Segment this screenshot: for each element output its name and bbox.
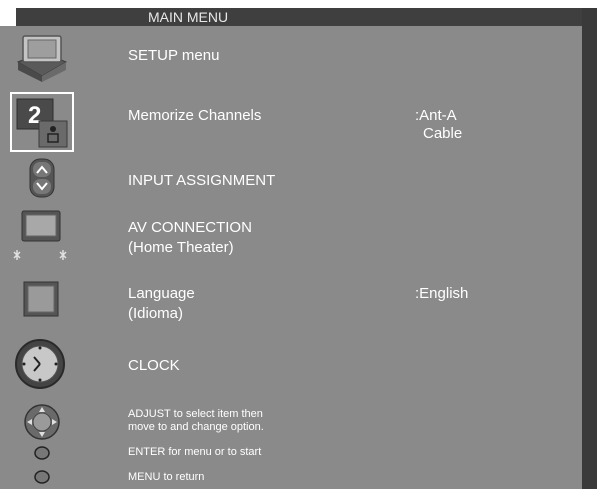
menu-button-icon: [34, 470, 50, 484]
help-menu: MENU to return: [128, 471, 205, 483]
antenna-value[interactable]: :Ant-A: [415, 106, 457, 125]
menu-item-clock[interactable]: CLOCK: [128, 356, 180, 375]
language-icon[interactable]: [22, 280, 62, 320]
cable-value[interactable]: Cable: [423, 124, 462, 143]
clock-icon[interactable]: [12, 338, 68, 390]
enter-button-icon: [34, 446, 50, 460]
menu-item-av-connection[interactable]: AV CONNECTION: [128, 218, 252, 237]
up-down-arrows-icon[interactable]: [29, 158, 55, 198]
av-connection-icon[interactable]: [10, 208, 74, 266]
menu-item-setup[interactable]: SETUP menu: [128, 46, 219, 65]
channel-2-icon: 2: [16, 98, 68, 148]
help-adjust-line1: ADJUST to select item then: [128, 408, 263, 420]
menu-item-language[interactable]: Language: [128, 284, 195, 303]
title-bar: MAIN MENU: [16, 8, 582, 26]
menu-item-language-sub: (Idioma): [128, 305, 184, 322]
window-shadow-right: [582, 8, 597, 489]
channel-icon-highlight[interactable]: 2: [10, 92, 74, 152]
help-enter: ENTER for menu or to start: [128, 446, 262, 458]
language-value[interactable]: :English: [415, 284, 468, 303]
help-adjust-line2: move to and change option.: [128, 421, 264, 433]
menu-title: MAIN MENU: [148, 9, 229, 25]
tv-setup-icon[interactable]: [14, 32, 70, 84]
menu-item-memorize-channels[interactable]: Memorize Channels: [128, 106, 261, 125]
main-menu-panel: SETUP menu 2 Memorize Channels :Ant-A Ca…: [0, 26, 582, 489]
menu-item-input-assignment[interactable]: INPUT ASSIGNMENT: [128, 171, 275, 190]
adjust-joystick-icon: [24, 404, 60, 440]
menu-item-av-connection-sub: (Home Theater): [128, 239, 234, 256]
